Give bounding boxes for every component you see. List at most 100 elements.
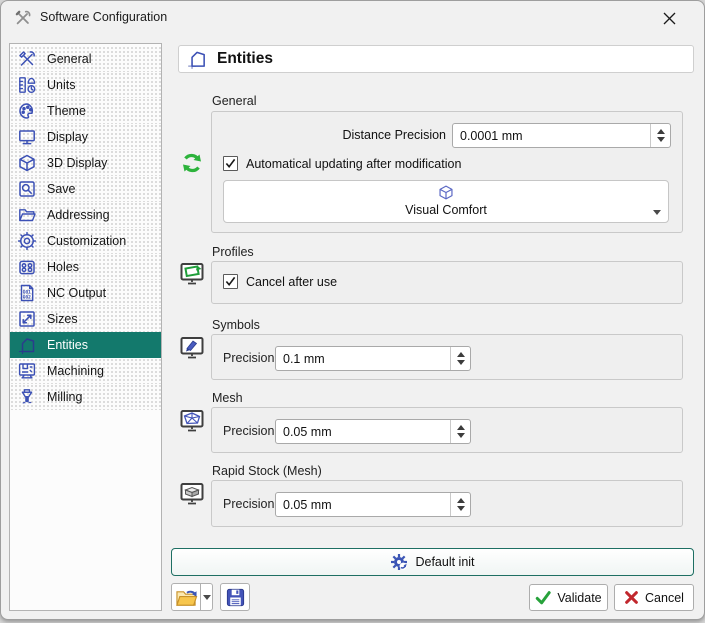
sidebar-item-customization[interactable]: Customization [10, 228, 161, 254]
gear-icon [16, 231, 38, 251]
close-button[interactable] [651, 7, 687, 30]
x-icon [624, 590, 639, 605]
cancel-after-use-row: Cancel after use [223, 274, 337, 289]
cancel-label: Cancel [645, 591, 684, 605]
rapid-stock-precision-label: Precision [223, 492, 274, 517]
cancel-button[interactable]: Cancel [614, 584, 694, 611]
auto-update-checkbox[interactable] [223, 156, 238, 171]
sidebar-item-label: Sizes [47, 312, 78, 326]
rapid-stock-group-label: Rapid Stock (Mesh) [212, 464, 322, 478]
save-config-button[interactable] [220, 583, 250, 611]
symbols-precision-spinner[interactable] [450, 347, 470, 370]
cube-icon [16, 153, 38, 173]
general-group-label: General [212, 94, 256, 108]
units-icon [16, 75, 38, 95]
sidebar-item-addressing[interactable]: Addressing [10, 202, 161, 228]
profiles-group-label: Profiles [212, 245, 254, 259]
sidebar-item-label: Addressing [47, 208, 110, 222]
nc-document-icon: G01 G02 [16, 283, 38, 303]
window-title: Software Configuration [40, 1, 167, 34]
sidebar-item-units[interactable]: Units [10, 72, 161, 98]
sidebar-item-milling[interactable]: Milling [10, 384, 161, 410]
open-folder-arrow-icon [175, 587, 198, 608]
gear-refresh-icon [390, 553, 408, 571]
sidebar-item-label: NC Output [47, 286, 106, 300]
screen: Software Configuration General [0, 0, 705, 623]
symbols-screen-icon [178, 335, 206, 361]
settings-category-list: General Units [9, 43, 162, 611]
floppy-disk-icon [225, 587, 246, 608]
validate-label: Validate [557, 591, 601, 605]
sidebar-item-theme[interactable]: Theme [10, 98, 161, 124]
sidebar-item-3d-display[interactable]: 3D Display [10, 150, 161, 176]
validate-button[interactable]: Validate [529, 584, 608, 611]
entities-sketch-icon [186, 48, 208, 70]
sidebar-item-label: 3D Display [47, 156, 107, 170]
refresh-arrows-icon [178, 150, 206, 176]
rapid-stock-precision-value: 0.05 mm [276, 493, 450, 516]
sidebar-item-entities[interactable]: Entities [10, 332, 161, 358]
sketch-icon [16, 335, 38, 355]
panel-header: Entities [178, 45, 694, 73]
visual-comfort-label: Visual Comfort [224, 203, 668, 217]
mesh-precision-input[interactable]: 0.05 mm [275, 419, 471, 444]
svg-text:G01: G01 [23, 289, 32, 295]
symbols-precision-input[interactable]: 0.1 mm [275, 346, 471, 371]
mesh-screen-icon [178, 408, 206, 434]
default-init-button[interactable]: Default init [171, 548, 694, 576]
sidebar-item-label: Machining [47, 364, 104, 378]
mesh-precision-spinner[interactable] [450, 420, 470, 443]
chevron-down-icon [653, 210, 661, 215]
page-title: Entities [217, 50, 273, 68]
mesh-precision-label: Precision [223, 419, 274, 444]
open-folder-icon [16, 205, 38, 225]
svg-text:G02: G02 [23, 295, 32, 301]
crossed-tools-icon [14, 9, 32, 27]
auto-update-row: Automatical updating after modification [223, 156, 461, 171]
distance-precision-input[interactable]: 0.0001 mm [452, 123, 671, 148]
sidebar-item-label: Display [47, 130, 88, 144]
rapid-stock-precision-spinner[interactable] [450, 493, 470, 516]
palette-icon [16, 101, 38, 121]
symbols-precision-label: Precision [223, 346, 274, 371]
titlebar: Software Configuration [1, 1, 704, 35]
machine-icon [16, 361, 38, 381]
distance-precision-label: Distance Precision [251, 123, 446, 148]
sidebar-item-label: Save [47, 182, 76, 196]
sidebar-item-holes[interactable]: Holes [10, 254, 161, 280]
sidebar-item-general[interactable]: General [10, 46, 161, 72]
sidebar-item-sizes[interactable]: Sizes [10, 306, 161, 332]
sidebar-item-label: Theme [47, 104, 86, 118]
cancel-after-use-checkbox[interactable] [223, 274, 238, 289]
sidebar-item-label: Milling [47, 390, 82, 404]
mesh-precision-value: 0.05 mm [276, 420, 450, 443]
rapid-stock-precision-input[interactable]: 0.05 mm [275, 492, 471, 517]
holes-icon [16, 257, 38, 277]
mesh-group-label: Mesh [212, 391, 243, 405]
sidebar-item-nc-output[interactable]: G01 G02 NC Output [10, 280, 161, 306]
stock-block-screen-icon [178, 481, 206, 507]
default-init-label: Default init [415, 555, 474, 569]
sidebar-item-label: Customization [47, 234, 126, 248]
open-config-button[interactable] [171, 583, 201, 611]
magnifier-square-icon [16, 179, 38, 199]
profiles-screen-icon [178, 261, 206, 287]
software-configuration-dialog: Software Configuration General [0, 0, 705, 620]
open-config-dropdown[interactable] [200, 583, 213, 611]
sidebar-item-machining[interactable]: Machining [10, 358, 161, 384]
symbols-precision-value: 0.1 mm [276, 347, 450, 370]
monitor-icon [16, 127, 38, 147]
cancel-after-use-label: Cancel after use [246, 275, 337, 289]
sidebar-item-display[interactable]: Display [10, 124, 161, 150]
symbols-group-label: Symbols [212, 318, 260, 332]
sidebar-item-label: General [47, 52, 91, 66]
sidebar-item-save[interactable]: Save [10, 176, 161, 202]
chevron-down-icon [203, 595, 211, 600]
distance-precision-spinner[interactable] [650, 124, 670, 147]
milling-tool-icon [16, 387, 38, 407]
sidebar-item-label: Holes [47, 260, 79, 274]
visual-comfort-dropdown[interactable]: Visual Comfort [223, 180, 669, 223]
diagonal-arrow-icon [16, 309, 38, 329]
tools-icon [16, 49, 38, 69]
check-icon [535, 590, 551, 605]
